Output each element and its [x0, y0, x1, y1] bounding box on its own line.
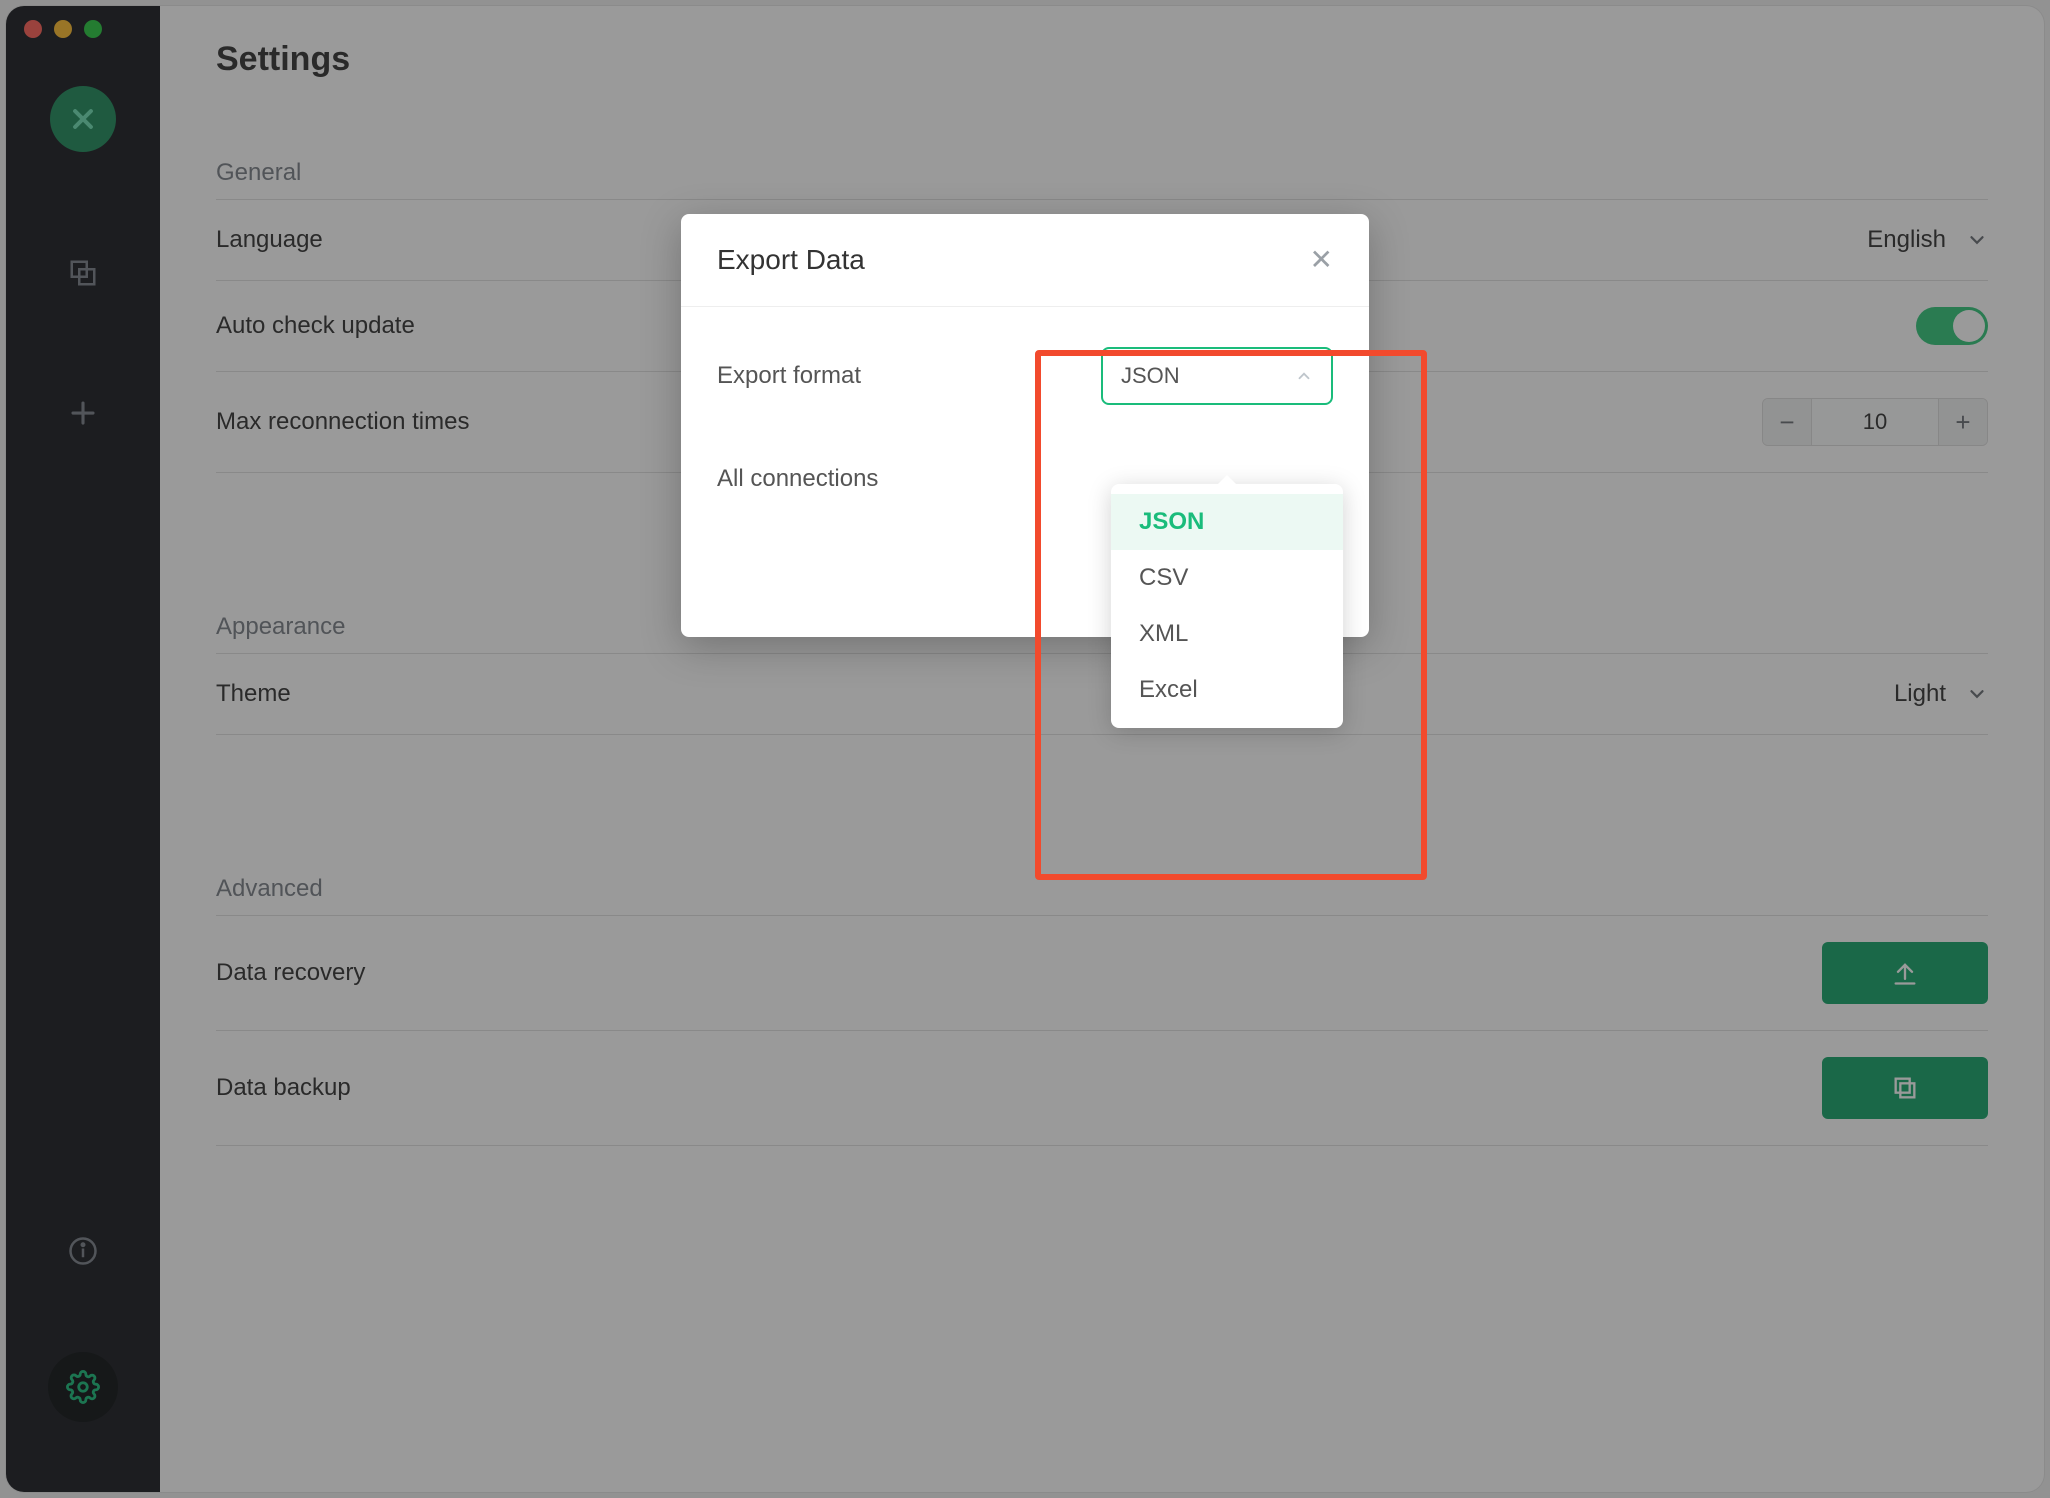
export-format-value: JSON	[1121, 363, 1180, 389]
option-json[interactable]: JSON	[1111, 494, 1343, 550]
export-format-dropdown: JSON CSV XML Excel	[1111, 484, 1343, 728]
option-xml[interactable]: XML	[1111, 606, 1343, 662]
close-icon[interactable]: ✕	[1310, 246, 1333, 274]
all-connections-label: All connections	[717, 465, 878, 493]
chevron-up-icon	[1295, 367, 1313, 385]
modal-title: Export Data	[717, 244, 865, 276]
option-csv[interactable]: CSV	[1111, 550, 1343, 606]
export-format-label: Export format	[717, 362, 861, 390]
option-excel[interactable]: Excel	[1111, 662, 1343, 718]
export-format-select[interactable]: JSON	[1101, 347, 1333, 405]
